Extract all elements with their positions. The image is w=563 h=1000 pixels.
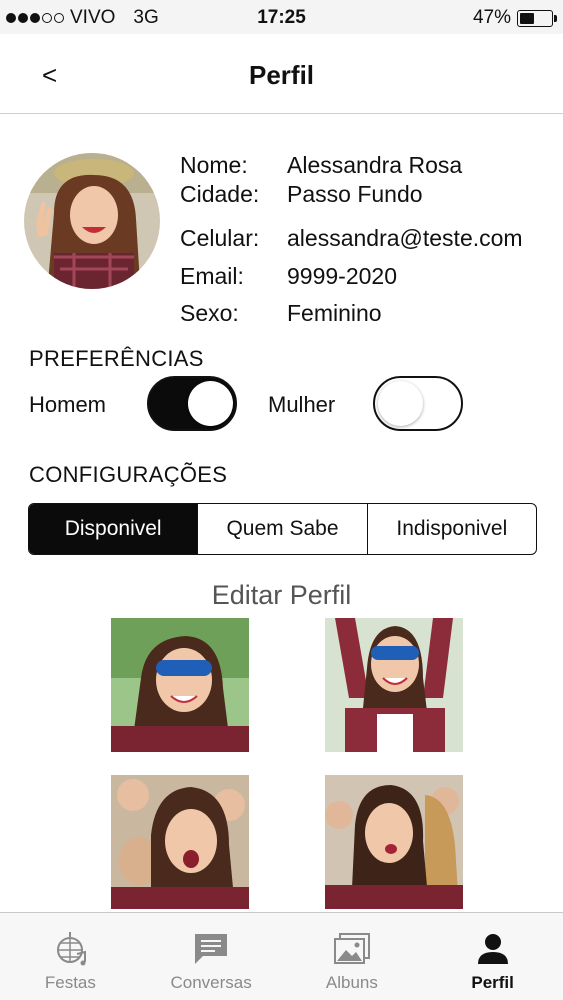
field-label: Cidade: [180, 181, 260, 207]
field-label: Celular: [180, 225, 260, 251]
tab-label: Albuns [325, 973, 378, 992]
segment-indisponivel[interactable]: Indisponivel [368, 504, 536, 554]
mulher-toggle[interactable] [373, 376, 463, 431]
chat-icon [191, 929, 231, 969]
person-icon [473, 929, 513, 969]
profile-photo-3[interactable] [111, 775, 249, 909]
pref-label-mulher: Mulher [268, 392, 336, 417]
tab-label: Festas [44, 973, 96, 992]
toggle-knob [378, 381, 423, 426]
tab-bar: Festas Conversas Albuns Perfil [0, 912, 563, 1000]
homem-toggle[interactable] [147, 376, 237, 431]
field-value: 9999-2020 [287, 263, 397, 289]
segment-disponivel[interactable]: Disponivel [29, 504, 199, 554]
toggle-knob [188, 381, 233, 426]
tab-perfil[interactable]: Perfil [422, 913, 563, 1000]
disco-ball-icon [50, 929, 90, 969]
edit-profile-button[interactable]: Editar Perfil [0, 580, 563, 611]
battery-icon [517, 9, 557, 27]
availability-segmented-control: Disponivel Quem Sabe Indisponivel [28, 503, 537, 555]
field-value: alessandra@teste.com [287, 225, 523, 251]
battery-percent: 47% [472, 7, 511, 28]
field-label: Email: [180, 263, 244, 289]
photo-album-icon [332, 929, 372, 969]
tab-festas[interactable]: Festas [0, 913, 141, 1000]
tab-label: Perfil [471, 973, 514, 992]
profile-photo-4[interactable] [325, 775, 463, 909]
field-value: Alessandra Rosa [287, 152, 463, 178]
segment-quem-sabe[interactable]: Quem Sabe [198, 504, 368, 554]
field-value: Passo Fundo [287, 181, 423, 207]
pref-label-homem: Homem [29, 392, 107, 417]
profile-photo-2[interactable] [325, 618, 463, 752]
tab-albuns[interactable]: Albuns [282, 913, 423, 1000]
profile-photo-1[interactable] [111, 618, 249, 752]
status-bar: VIVO 3G 17:25 47% [0, 0, 563, 34]
avatar-photo [24, 153, 160, 289]
preferences-title: PREFERÊNCIAS [29, 346, 204, 371]
settings-title: CONFIGURAÇÕES [29, 462, 228, 487]
field-value: Feminino [287, 300, 382, 326]
nav-bar: < Perfil [0, 34, 563, 114]
tab-conversas[interactable]: Conversas [141, 913, 282, 1000]
field-label: Sexo: [180, 300, 239, 326]
tab-label: Conversas [170, 973, 252, 992]
page-title: Perfil [248, 60, 315, 90]
status-right: 47% [472, 7, 557, 29]
field-label: Nome: [180, 152, 248, 178]
avatar [24, 153, 160, 289]
